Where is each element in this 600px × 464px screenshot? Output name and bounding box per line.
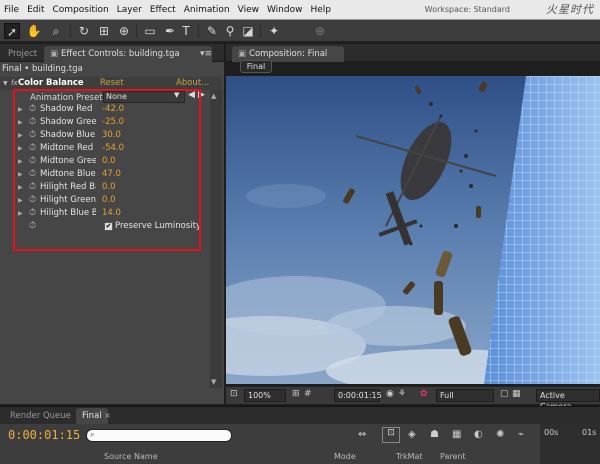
menu-item-help[interactable]: Help [306, 5, 335, 15]
pan-behind-tool-icon[interactable]: ⊕ [116, 23, 132, 39]
menu-item-edit[interactable]: Edit [23, 5, 48, 15]
workspace-value: Standard [473, 5, 510, 14]
workspace-label: Workspace: [424, 5, 472, 14]
search-icon: ⌕ [90, 430, 95, 439]
scroll-up-icon[interactable]: ▲ [211, 92, 216, 100]
tab-project[interactable]: Project [2, 46, 43, 62]
toolbar-divider [70, 24, 71, 38]
menu-item-animation[interactable]: Animation [180, 5, 234, 15]
toolbar-divider [198, 24, 199, 38]
brush-tool-icon[interactable]: ✎ [204, 23, 220, 39]
close-tab-icon[interactable]: × [104, 408, 111, 424]
scroll-down-icon[interactable]: ▼ [211, 378, 216, 386]
column-mode: Mode [334, 452, 356, 461]
safe-margins-icon[interactable]: ⊞ [292, 389, 300, 399]
menu-item-layer[interactable]: Layer [113, 5, 146, 15]
zoom-select[interactable]: 100% [244, 389, 286, 402]
column-parent: Parent [440, 452, 466, 461]
menu-item-window[interactable]: Window [263, 5, 307, 15]
brainstorm-icon[interactable]: ✺ [496, 429, 504, 440]
grid-icon[interactable]: # [304, 389, 312, 399]
menu-item-effect[interactable]: Effect [146, 5, 180, 15]
clone-stamp-tool-icon[interactable]: ⚲ [222, 23, 238, 39]
live-update-icon[interactable]: ⊡ [382, 427, 400, 443]
rectangle-mask-tool-icon[interactable]: ▭ [142, 23, 158, 39]
rotation-tool-icon[interactable]: ↻ [76, 23, 92, 39]
menu-item-view[interactable]: View [234, 5, 263, 15]
effect-expand-triangle-icon[interactable]: ▼ [3, 77, 8, 90]
menu-bar: File Edit Composition Layer Effect Animation V… [0, 0, 600, 20]
scrollbar[interactable] [210, 90, 222, 388]
eraser-tool-icon[interactable]: ◪ [240, 23, 256, 39]
toolbar-divider [260, 24, 261, 38]
current-time-field[interactable]: 0:00:01:15 [334, 389, 382, 402]
show-snapshot-icon[interactable]: ⚘ [398, 389, 406, 399]
motion-blur-icon[interactable]: ◐ [474, 429, 483, 440]
timeline-timecode[interactable]: 0:00:01:15 [8, 428, 80, 442]
draft-3d-icon[interactable]: ◈ [408, 429, 416, 440]
type-tool-icon[interactable]: T [178, 23, 194, 39]
composition-nav-button[interactable]: Final [240, 60, 272, 73]
tab-composition-label: Composition: Final [249, 49, 328, 59]
workspace-selector[interactable]: Workspace: Standard [425, 0, 510, 20]
hand-tool-icon[interactable]: ✋ [26, 23, 42, 39]
camera-view-select[interactable]: Active Camera [536, 389, 600, 411]
tab-effect-controls[interactable]: ▣ Effect Controls: building.tga [44, 46, 212, 62]
region-of-interest-icon[interactable]: ⊡ [230, 389, 238, 399]
region-toggle-icon[interactable]: ▢ [500, 389, 509, 399]
resolution-select[interactable]: Full [436, 389, 494, 402]
composition-icon: ▣ [238, 49, 247, 59]
ruler-label-01s: 01s [582, 428, 597, 437]
tab-render-queue[interactable]: Render Queue [4, 408, 77, 424]
panel-menu-icon[interactable]: ▾≡ [200, 46, 212, 62]
frame-blending-icon[interactable]: ▦ [452, 429, 461, 440]
ruler-label-00s: 00s [544, 428, 559, 437]
breadcrumb: Final • building.tga [2, 64, 83, 74]
selection-tool-icon[interactable]: ➚ [4, 23, 20, 39]
tab-effect-controls-label: Effect Controls: building.tga [61, 49, 180, 59]
timeline-search-input[interactable]: ⌕ [86, 429, 232, 442]
menu-item-composition[interactable]: Composition [49, 5, 113, 15]
helicopter-scene-image [226, 76, 600, 384]
column-trkmat: TrkMat [396, 452, 423, 461]
transparency-grid-icon[interactable]: ▦ [512, 389, 521, 399]
toolbar-divider [136, 24, 137, 38]
zoom-tool-icon[interactable]: ⌕ [48, 23, 64, 39]
hide-shy-layers-icon[interactable]: ☗ [430, 429, 439, 440]
highlight-annotation-box [13, 89, 201, 251]
menu-item-file[interactable]: File [0, 5, 23, 15]
effect-controls-lock-icon: ▣ [50, 49, 59, 59]
column-source-name: Source Name [104, 452, 158, 461]
watermark-logo: 火星时代 [546, 3, 594, 16]
snapshot-camera-icon[interactable]: ◉ [386, 389, 394, 399]
tab-final-timeline[interactable]: Final [76, 408, 108, 424]
camera-tool-icon[interactable]: ⊞ [96, 23, 112, 39]
pen-tool-icon[interactable]: ✒ [162, 23, 178, 39]
puppet-pin-tool-icon[interactable]: ✦ [266, 23, 282, 39]
composition-viewer[interactable] [226, 76, 600, 384]
menu-items: File Edit Composition Layer Effect Animation V… [0, 0, 600, 20]
graph-editor-icon[interactable]: ⌁ [518, 429, 524, 440]
axis-mode-icon[interactable]: ⊕ [312, 23, 328, 39]
color-channels-icon[interactable]: ✿ [420, 389, 428, 399]
comp-mini-flowchart-icon[interactable]: ⇔ [358, 429, 366, 440]
